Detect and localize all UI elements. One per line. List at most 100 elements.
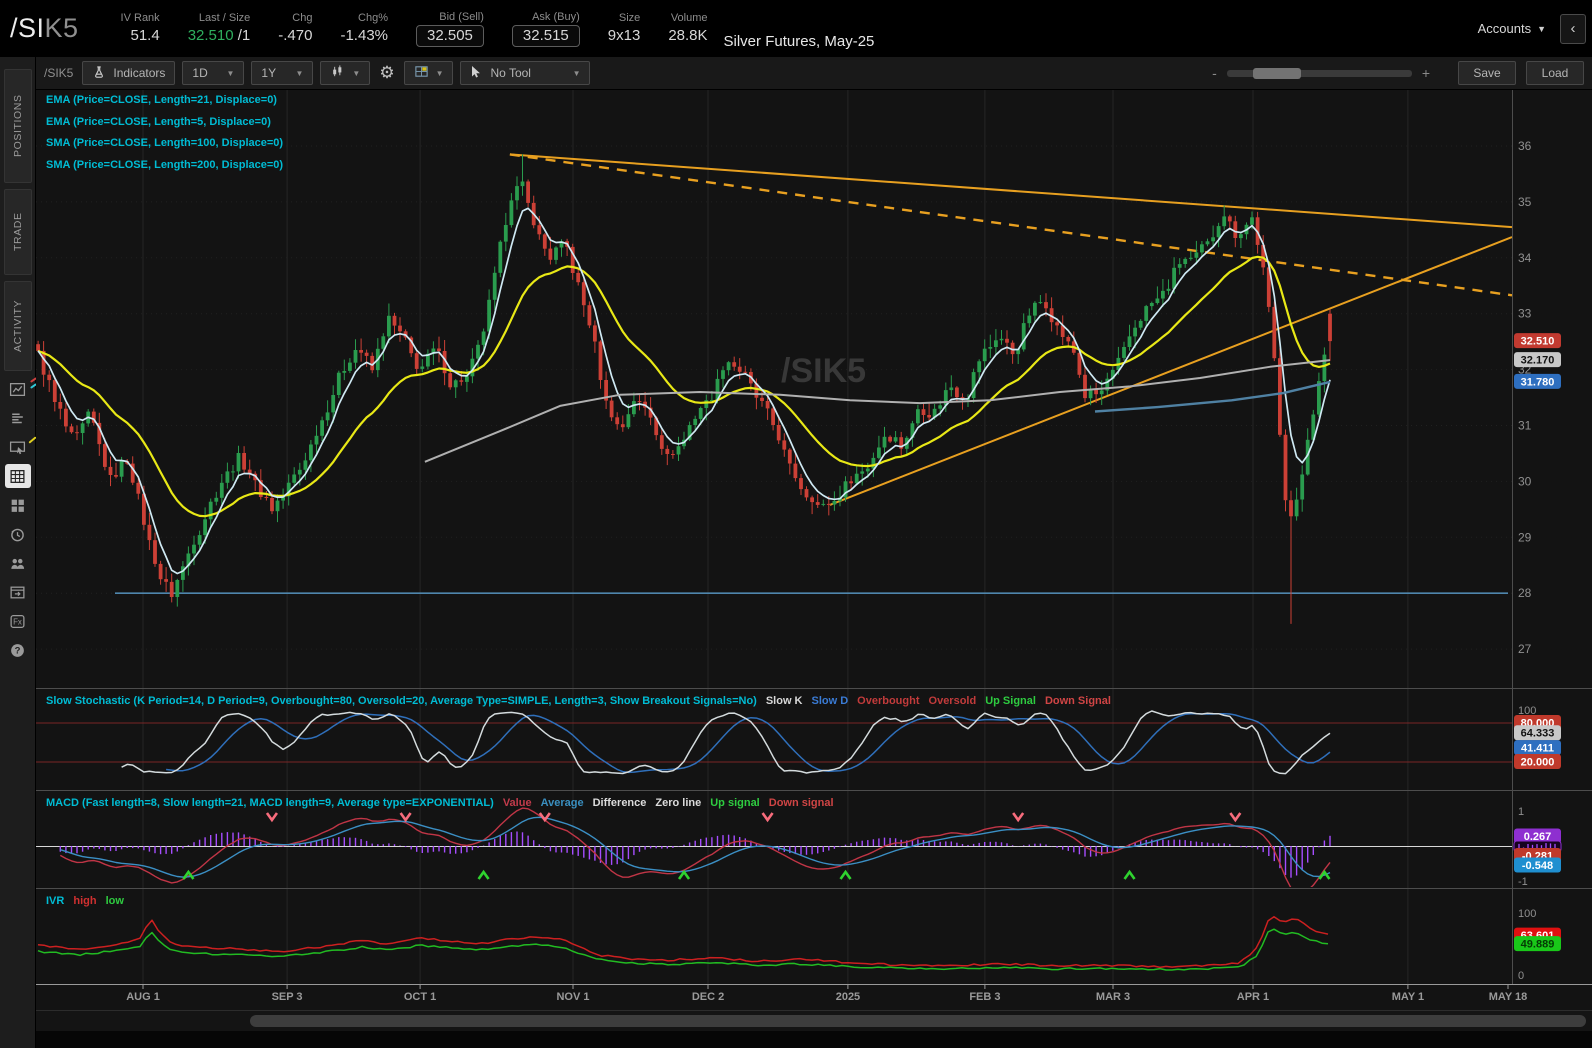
indicators-label: Indicators	[113, 66, 165, 80]
ivr-high-line	[38, 917, 1328, 968]
load-button[interactable]: Load	[1526, 61, 1584, 85]
last-size-field: Last / Size 32.510 /1	[188, 11, 251, 46]
indicators-button[interactable]: Indicators	[82, 61, 175, 85]
toolbar-symbol: /SIK5	[44, 66, 73, 80]
ask-button[interactable]: 32.515	[512, 25, 580, 47]
grid-layout-dropdown[interactable]: ▼	[404, 61, 454, 85]
ask-label: Ask (Buy)	[532, 10, 580, 25]
svg-text:32.510: 32.510	[1521, 336, 1555, 348]
x-axis-label: MAY 18	[1489, 991, 1528, 1003]
trading-app: /SIK5 IV Rank 51.4 Last / Size 32.510 /1…	[0, 0, 1592, 1048]
ivr-axis-label: 0	[1518, 970, 1524, 982]
sidebar-tab-trade[interactable]: TRADE	[4, 189, 32, 275]
down-signal-arrow	[763, 813, 773, 820]
accounts-label: Accounts	[1478, 21, 1531, 36]
monitor-draw-icon[interactable]	[5, 435, 31, 459]
chart-h-scrollbar[interactable]	[36, 1010, 1592, 1031]
function-box-icon[interactable]: Fx	[5, 609, 31, 633]
symbol-main: /SI	[10, 13, 45, 43]
chart-type-dropdown[interactable]: ▼	[320, 61, 370, 85]
axis-bubble: 64.333	[1514, 725, 1561, 740]
down-signal-arrow	[401, 813, 411, 820]
save-button[interactable]: Save	[1458, 61, 1516, 85]
zoom-slider-thumb[interactable]	[1253, 68, 1301, 79]
bottom-strip	[36, 1031, 1592, 1048]
symbol-title: /SIK5	[10, 13, 79, 44]
chart-area: /SIK5AUG 1SEP 3OCT 1NOV 1DEC 22025FEB 3M…	[36, 90, 1592, 1010]
macd-axis-label: -1	[1518, 876, 1528, 888]
down-signal-arrow	[1013, 813, 1023, 820]
ivr-low-line	[38, 929, 1328, 970]
x-axis-label: 2025	[836, 991, 860, 1003]
chg-pct-value: -1.43%	[340, 26, 388, 46]
range-dropdown[interactable]: 1Y ▼	[251, 61, 313, 85]
moving-averages	[38, 208, 1330, 573]
bid-label: Bid (Sell)	[439, 10, 484, 25]
up-signal-arrow	[679, 872, 689, 879]
timeframe-dropdown[interactable]: 1D ▼	[182, 61, 244, 85]
zoom-in-button[interactable]: +	[1422, 65, 1430, 81]
left-sidebar: POSITIONS TRADE ACTIVITY Fx?	[0, 57, 36, 1048]
volume-field: Volume 28.8K	[668, 11, 707, 46]
x-axis-label: MAR 3	[1096, 991, 1130, 1003]
price-tick-label: 36	[1518, 139, 1532, 153]
chart-canvas[interactable]: /SIK5AUG 1SEP 3OCT 1NOV 1DEC 22025FEB 3M…	[36, 90, 1592, 1010]
people-icon[interactable]	[5, 551, 31, 575]
chevron-down-icon: ▼	[352, 69, 360, 78]
candles	[36, 154, 1332, 624]
bid-field: Bid (Sell) 32.505	[416, 10, 484, 47]
tool-value: No Tool	[490, 66, 530, 80]
history-clock-icon[interactable]	[5, 522, 31, 546]
accounts-dropdown[interactable]: Accounts ▼	[1478, 21, 1546, 36]
up-signal-arrow	[479, 872, 489, 879]
price-tick-label: 27	[1518, 642, 1532, 656]
price-tick-label: 33	[1518, 307, 1532, 321]
sidebar-tab-positions[interactable]: POSITIONS	[4, 69, 32, 183]
price-tick-label: 29	[1518, 530, 1532, 544]
quote-header: /SIK5 IV Rank 51.4 Last / Size 32.510 /1…	[0, 0, 1592, 57]
volume-profile-icon[interactable]	[5, 406, 31, 430]
x-axis-label: DEC 2	[692, 991, 724, 1003]
chart-panel: /SIK5 Indicators 1D ▼ 1Y ▼ ▼ ⚙	[36, 57, 1592, 1048]
zoom-out-button[interactable]: -	[1212, 65, 1217, 81]
last-size-label: Last / Size	[199, 11, 250, 26]
size-label: Size	[619, 11, 640, 26]
dashboard-icon[interactable]	[5, 493, 31, 517]
drawing-tool-dropdown[interactable]: No Tool ▼	[460, 61, 590, 85]
chart-settings-button[interactable]: ⚙	[377, 63, 396, 83]
up-signal-arrow	[841, 872, 851, 879]
macd-lines	[60, 808, 1330, 890]
collapse-panel-button[interactable]: ‹	[1560, 14, 1586, 44]
last-size-value: /1	[234, 27, 251, 44]
symbol-watermark: /SIK5	[781, 352, 866, 390]
size-value: 9x13	[608, 26, 641, 46]
sidebar-tab-activity[interactable]: ACTIVITY	[4, 281, 32, 371]
x-axis-label: SEP 3	[272, 991, 303, 1003]
svg-text:?: ?	[15, 645, 21, 656]
help-icon[interactable]: ?	[5, 638, 31, 662]
symbol-suffix: K5	[45, 13, 79, 43]
chg-field: Chg -.470	[278, 11, 312, 46]
price-tick-label: 28	[1518, 586, 1532, 600]
chg-pct-field: Chg% -1.43%	[340, 11, 388, 46]
axis-bubble: 31.780	[1514, 374, 1561, 389]
bid-button[interactable]: 32.505	[416, 25, 484, 47]
spreadsheet-grid-icon[interactable]	[5, 464, 31, 488]
chevron-down-icon: ▼	[295, 69, 303, 78]
chg-pct-label: Chg%	[358, 11, 388, 26]
last-value: 32.510	[188, 27, 234, 44]
trendlines	[510, 154, 1512, 505]
scrollbar-thumb[interactable]	[250, 1015, 1586, 1027]
chevron-down-icon: ▼	[226, 69, 234, 78]
iv-rank-label: IV Rank	[121, 11, 160, 26]
calendar-transfer-icon[interactable]	[5, 580, 31, 604]
x-axis-label: FEB 3	[969, 991, 1000, 1003]
iv-rank-value: 51.4	[130, 26, 159, 46]
axis-bubble: 32.170	[1514, 352, 1561, 367]
zoom-slider[interactable]	[1227, 70, 1412, 77]
svg-text:20.000: 20.000	[1521, 757, 1555, 769]
news-chart-icon[interactable]	[5, 377, 31, 401]
contract-description: Silver Futures, May-25	[724, 33, 875, 50]
down-signal-arrow	[267, 813, 277, 820]
svg-text:64.333: 64.333	[1521, 728, 1555, 740]
